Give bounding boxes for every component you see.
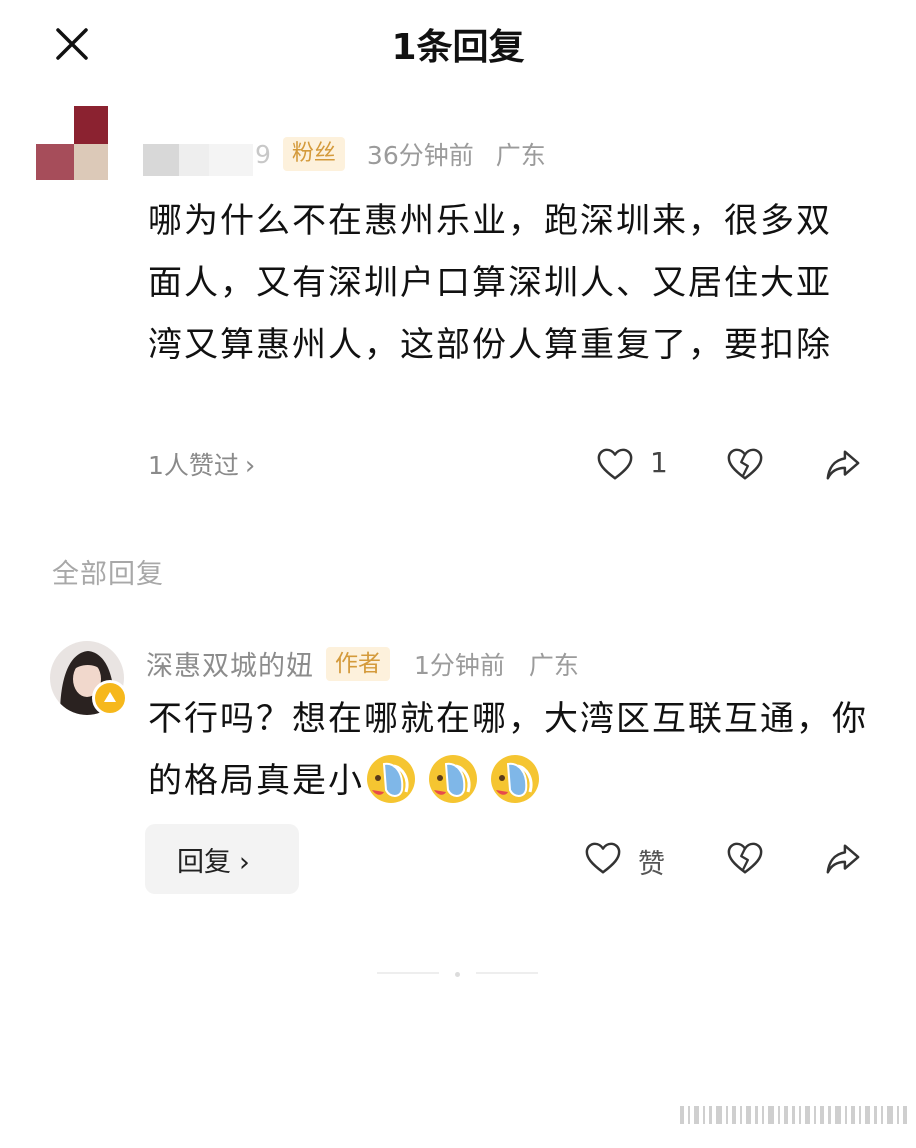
broken-heart-icon[interactable]: [726, 840, 764, 878]
reply-button[interactable]: 回复 ›: [145, 824, 299, 894]
flip-flop-emoji: [491, 755, 539, 803]
vip-icon: [104, 692, 116, 702]
like-label: 赞: [638, 849, 665, 880]
likers-label: 1人赞过: [148, 451, 239, 480]
reply-button-label: 回复: [177, 846, 231, 878]
comment-time: 36分钟前: [366, 141, 474, 170]
avatar[interactable]: [36, 106, 114, 184]
flip-flop-emoji: [367, 755, 415, 803]
username-tail: 9: [255, 139, 271, 169]
chevron-right-icon: ›: [244, 451, 256, 481]
reply-text-block: 不行吗？想在哪就在哪，大湾区互联互通，你的格局真是小: [148, 688, 868, 812]
page-title: 1条回复: [391, 27, 525, 68]
share-icon[interactable]: [824, 840, 862, 878]
heart-icon[interactable]: [584, 840, 622, 878]
vip-badge: [92, 680, 128, 716]
end-divider-left: [377, 972, 439, 974]
watermark-barcode: [680, 1106, 907, 1124]
broken-heart-icon[interactable]: [726, 446, 764, 484]
comment-text: 哪为什么不在惠州乐业，跑深圳来，很多双面人，又有深圳户口算深圳人、又居住大亚湾又…: [148, 201, 832, 365]
reply-location: 广东: [528, 650, 579, 680]
flip-flop-emoji: [429, 755, 477, 803]
section-label: 全部回复: [52, 559, 164, 590]
like-count: 1: [650, 446, 668, 479]
chevron-right-icon: ›: [239, 846, 250, 878]
reply-time: 1分钟前: [414, 650, 505, 680]
share-icon[interactable]: [824, 446, 862, 484]
end-divider-dot: [455, 972, 460, 977]
reply-username[interactable]: 深惠双城的妞: [146, 644, 314, 683]
comment-location: 广东: [495, 141, 546, 170]
likers-link[interactable]: 1人赞过 ›: [148, 446, 255, 482]
end-divider-right: [476, 972, 538, 974]
fan-badge: 粉丝: [282, 137, 345, 171]
author-badge: 作者: [326, 646, 390, 681]
blurred-username: [143, 144, 253, 176]
heart-icon[interactable]: [596, 446, 634, 484]
